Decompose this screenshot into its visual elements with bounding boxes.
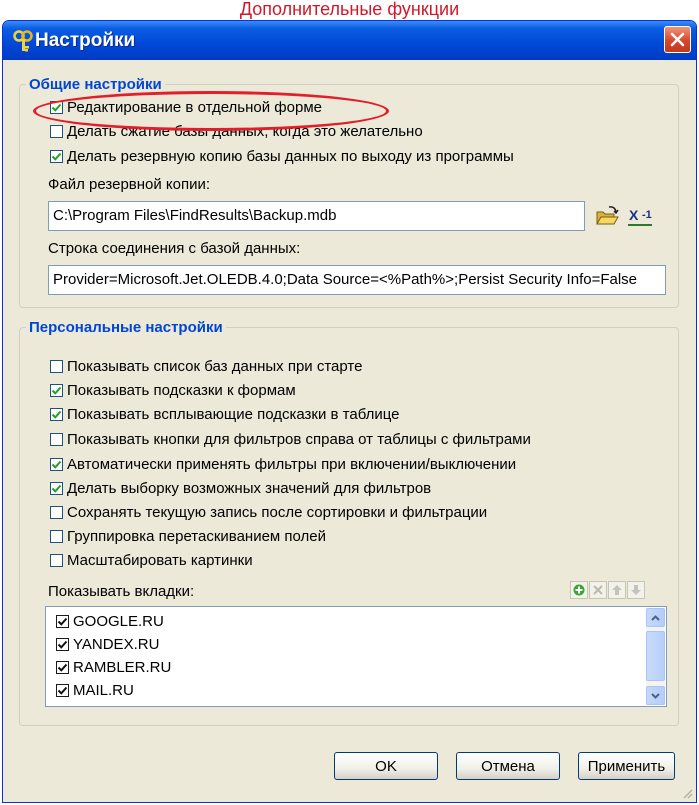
checkbox[interactable] bbox=[50, 457, 63, 471]
option-label: Делать резервную копию базы данных по вы… bbox=[67, 147, 514, 165]
title-bar[interactable]: Настройки bbox=[3, 21, 696, 60]
checkbox[interactable] bbox=[50, 149, 63, 163]
scroll-up-button[interactable] bbox=[646, 608, 665, 627]
connection-string-input[interactable]: Provider=Microsoft.Jet.OLEDB.4.0;Data So… bbox=[48, 265, 666, 295]
check-icon bbox=[51, 152, 62, 161]
scroll-down-button[interactable] bbox=[646, 686, 665, 705]
browse-button[interactable] bbox=[594, 204, 620, 230]
option-label: Сохранять текущую запись после сортировк… bbox=[67, 503, 488, 521]
checkbox[interactable] bbox=[50, 124, 63, 138]
check-icon bbox=[57, 663, 68, 672]
connection-string-label: Строка соединения с базой данных: bbox=[48, 240, 301, 257]
option-label: Показывать всплывающие подсказки в табли… bbox=[67, 405, 400, 423]
check-icon bbox=[51, 460, 62, 469]
cancel-button[interactable]: Отмена bbox=[456, 752, 560, 780]
checkbox[interactable] bbox=[56, 683, 69, 697]
move-down-button[interactable] bbox=[627, 581, 645, 599]
list-item[interactable]: MAIL.RU bbox=[52, 679, 134, 701]
option-label: Масштабировать картинки bbox=[67, 551, 253, 569]
close-button[interactable] bbox=[664, 26, 691, 53]
vertical-scrollbar[interactable] bbox=[646, 608, 665, 705]
list-item-label: RAMBLER.RU bbox=[73, 658, 172, 676]
check-icon bbox=[57, 640, 68, 649]
check-icon bbox=[51, 410, 62, 419]
checkbox[interactable] bbox=[56, 637, 69, 651]
add-icon bbox=[573, 584, 585, 596]
ok-button[interactable]: OK bbox=[334, 752, 438, 780]
excel-button[interactable]: X -1 bbox=[625, 203, 655, 231]
delete-tab-button[interactable] bbox=[589, 581, 607, 599]
open-folder-icon bbox=[596, 206, 619, 225]
check-icon bbox=[57, 617, 68, 626]
excel-icon: X -1 bbox=[628, 207, 652, 226]
move-up-button[interactable] bbox=[608, 581, 626, 599]
checkbox[interactable] bbox=[50, 481, 63, 495]
chevron-down-icon bbox=[651, 692, 660, 699]
check-icon bbox=[51, 386, 62, 395]
highlight-ellipse bbox=[33, 91, 389, 131]
checkbox[interactable] bbox=[56, 614, 69, 628]
option-label: Показывать кнопки для фильтров справа от… bbox=[67, 430, 531, 448]
option-backup-on-exit[interactable]: Делать резервную копию базы данных по вы… bbox=[50, 145, 514, 167]
arrow-up-icon bbox=[612, 585, 622, 595]
general-settings-legend: Общие настройки bbox=[29, 76, 162, 93]
svg-text:-1: -1 bbox=[642, 209, 652, 221]
checkbox[interactable] bbox=[50, 407, 63, 421]
scroll-thumb[interactable] bbox=[646, 631, 665, 681]
check-icon bbox=[51, 484, 62, 493]
list-item-label: YANDEX.RU bbox=[73, 635, 160, 653]
checkbox[interactable] bbox=[50, 529, 63, 543]
checkbox[interactable] bbox=[50, 383, 63, 397]
list-item[interactable]: YANDEX.RU bbox=[52, 633, 159, 655]
checkbox[interactable] bbox=[50, 432, 63, 446]
checkbox[interactable] bbox=[50, 553, 63, 567]
close-icon bbox=[670, 32, 685, 47]
key-icon bbox=[13, 30, 33, 52]
add-tab-button[interactable] bbox=[570, 581, 588, 599]
settings-window: Настройки Общие настройки Редактирование… bbox=[2, 20, 697, 803]
list-item-label: MAIL.RU bbox=[73, 681, 134, 699]
list-item[interactable]: RAMBLER.RU bbox=[52, 656, 171, 678]
checkbox[interactable] bbox=[50, 359, 63, 373]
option-label: Автоматически применять фильтры при вклю… bbox=[67, 455, 517, 473]
option-show-db-list[interactable]: Показывать список баз данных при старте bbox=[50, 355, 362, 377]
svg-text:X: X bbox=[629, 207, 639, 223]
list-item-label: GOOGLE.RU bbox=[73, 612, 164, 630]
check-icon bbox=[57, 686, 68, 695]
delete-icon bbox=[593, 585, 603, 595]
checkbox[interactable] bbox=[50, 505, 63, 519]
backup-file-label: Файл резервной копии: bbox=[48, 176, 211, 193]
backup-file-input[interactable]: C:\Program Files\FindResults\Backup.mdb bbox=[48, 201, 585, 231]
option-filter-buttons[interactable]: Показывать кнопки для фильтров справа от… bbox=[50, 428, 531, 450]
option-label: Группировка перетаскиванием полей bbox=[67, 527, 327, 545]
arrow-down-icon bbox=[631, 585, 641, 595]
option-label: Делать выборку возможных значений для фи… bbox=[67, 479, 432, 497]
tabs-list[interactable]: GOOGLE.RU YANDEX.RU RAMBLER.RU MAIL.RU bbox=[45, 606, 667, 707]
option-table-tooltips[interactable]: Показывать всплывающие подсказки в табли… bbox=[50, 403, 400, 425]
resize-grip-icon[interactable] bbox=[681, 787, 693, 799]
apply-button[interactable]: Применить bbox=[578, 752, 675, 780]
tabs-label: Показывать вкладки: bbox=[48, 583, 195, 600]
option-drag-grouping[interactable]: Группировка перетаскиванием полей bbox=[50, 525, 326, 547]
option-scale-images[interactable]: Масштабировать картинки bbox=[50, 549, 253, 571]
option-auto-apply-filters[interactable]: Автоматически применять фильтры при вклю… bbox=[50, 453, 516, 475]
option-filter-values[interactable]: Делать выборку возможных значений для фи… bbox=[50, 477, 431, 499]
option-keep-record[interactable]: Сохранять текущую запись после сортировк… bbox=[50, 501, 487, 523]
personal-settings-legend: Персональные настройки bbox=[29, 319, 223, 336]
checkbox[interactable] bbox=[56, 660, 69, 674]
option-form-hints[interactable]: Показывать подсказки к формам bbox=[50, 379, 296, 401]
chevron-up-icon bbox=[651, 614, 660, 621]
top-caption: Дополнительные функции bbox=[239, 0, 460, 19]
list-item[interactable]: GOOGLE.RU bbox=[52, 610, 164, 632]
window-title: Настройки bbox=[35, 30, 136, 51]
option-label: Показывать подсказки к формам bbox=[67, 381, 296, 399]
option-label: Показывать список баз данных при старте bbox=[67, 357, 363, 375]
